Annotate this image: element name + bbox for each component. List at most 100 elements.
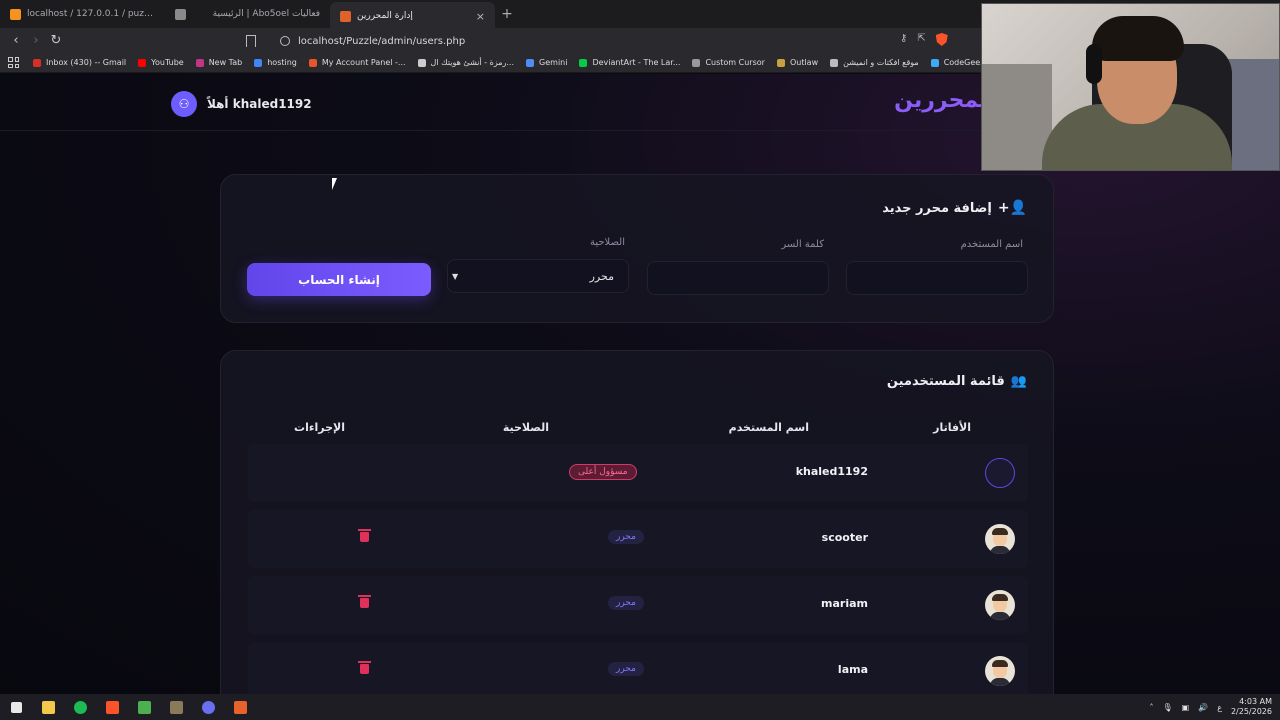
password-field[interactable]: [647, 261, 829, 295]
greeting-text: أهلاً khaled1192: [207, 97, 312, 111]
delete-trash-icon[interactable]: [358, 595, 371, 608]
delete-trash-icon[interactable]: [358, 661, 371, 674]
bookmark-favicon-icon: [692, 58, 701, 67]
bookmark-favicon-icon: [579, 58, 588, 67]
password-label: كلمة السر: [781, 239, 824, 250]
avatar: [985, 524, 1015, 554]
xampp-icon[interactable]: [224, 700, 256, 714]
brave-shield-icon[interactable]: [935, 33, 948, 46]
windows-taskbar: ˄ 🎙 ▣ 🔊 ع 4:03 AM 2/25/2026: [0, 694, 1280, 720]
clock[interactable]: 4:03 AM 2/25/2026: [1231, 697, 1272, 717]
username-field[interactable]: [846, 261, 1028, 295]
forward-arrow-icon[interactable]: ›: [26, 33, 46, 48]
site-info-icon[interactable]: [280, 36, 290, 46]
bookmark-item[interactable]: CodeGeeX: [930, 58, 986, 67]
add-editor-title: 👤+ إضافة محرر جديد: [882, 200, 1027, 216]
bookmark-item[interactable]: موقع افكتات و انميشن: [830, 58, 919, 67]
discord-icon[interactable]: [192, 700, 224, 714]
username-label: اسم المستخدم: [960, 239, 1023, 250]
system-tray: ˄ 🎙 ▣ 🔊 ع 4:03 AM 2/25/2026: [1150, 694, 1273, 720]
webcam-overlay: [981, 3, 1280, 171]
bookmark-label: DeviantArt - The Lar...: [592, 58, 681, 67]
brave-browser-icon[interactable]: [96, 700, 128, 714]
new-tab-button[interactable]: +: [495, 0, 519, 28]
row-username: lama: [837, 663, 868, 676]
add-editor-title-text: إضافة محرر جديد: [882, 200, 992, 216]
tab-editors-admin[interactable]: إدارة المحررين ×: [330, 2, 495, 30]
page-title: المحررين: [894, 88, 995, 113]
bookmark-favicon-icon: [254, 58, 263, 67]
bookmark-item[interactable]: New Tab: [195, 58, 243, 67]
apps-grid-icon[interactable]: [8, 57, 19, 68]
create-account-button[interactable]: إنشاء الحساب: [247, 263, 431, 296]
url-text[interactable]: localhost/Puzzle/admin/users.php: [298, 36, 465, 47]
users-icon: 👥: [1010, 374, 1027, 389]
table-row: scooter محرر: [248, 510, 1028, 568]
avatar: [985, 590, 1015, 620]
back-arrow-icon[interactable]: ‹: [6, 33, 26, 48]
bookmark-label: YouTube: [151, 58, 184, 67]
bookmark-item[interactable]: Custom Cursor: [692, 58, 765, 67]
table-row: mariam محرر: [248, 576, 1028, 634]
bookmark-item[interactable]: Inbox (430) -- Gmail: [33, 58, 126, 67]
avatar: [985, 458, 1015, 488]
bookmark-favicon-icon: [33, 58, 41, 67]
row-username: scooter: [821, 531, 868, 544]
mouse-cursor-icon: [332, 178, 342, 190]
tab-title: localhost / 127.0.0.1 / puzzle_db / ad: [27, 9, 155, 19]
share-icon[interactable]: ⇱: [917, 33, 925, 46]
bookmark-favicon-icon: [308, 58, 317, 67]
tab-abo5oel[interactable]: فعاليات Abo5oel | الرئيسية: [165, 0, 330, 28]
language-indicator[interactable]: ع: [1217, 703, 1222, 712]
url-actions: ⚷ ⇱: [900, 33, 948, 46]
role-badge: محرر: [608, 662, 644, 676]
table-row: lama محرر: [248, 642, 1028, 694]
col-actions: الإجراءات: [294, 421, 345, 434]
chevron-down-icon: ▼: [452, 271, 459, 281]
spotify-icon[interactable]: [64, 700, 96, 714]
file-explorer-icon[interactable]: [32, 700, 64, 714]
row-username: mariam: [821, 597, 868, 610]
col-username: اسم المستخدم: [728, 421, 809, 434]
bookmark-item[interactable]: My Account Panel -...: [308, 58, 406, 67]
windows-start-icon[interactable]: [0, 701, 32, 713]
col-avatar: الأفاتار: [933, 421, 971, 434]
users-list-card: 👥 قائمة المستخدمين الأفاتار اسم المستخدم…: [220, 350, 1054, 694]
bookmark-favicon-icon: [526, 58, 535, 67]
bookmark-icon[interactable]: [246, 35, 256, 47]
site-favicon-icon: [175, 8, 186, 20]
tab-title: إدارة المحررين: [357, 11, 413, 21]
microphone-icon[interactable]: 🎙: [1163, 703, 1173, 712]
reload-icon[interactable]: ↻: [46, 33, 66, 48]
bookmark-item[interactable]: Gemini: [526, 58, 567, 67]
bookmark-item[interactable]: Outlaw: [776, 58, 818, 67]
clock-date: 2/25/2026: [1230, 707, 1272, 716]
bookmark-label: رمزة - أنشئ هويتك ال...: [430, 58, 515, 67]
user-greeting: ⚇ أهلاً khaled1192: [171, 91, 312, 117]
url-field[interactable]: localhost/Puzzle/admin/users.php: [246, 31, 986, 51]
bookmark-label: Inbox (430) -- Gmail: [46, 58, 127, 67]
tab-phpmyadmin[interactable]: localhost / 127.0.0.1 / puzzle_db / ad: [0, 0, 165, 28]
bookmark-item[interactable]: hosting: [254, 58, 297, 67]
role-label: الصلاحية: [589, 237, 625, 248]
bookmark-item[interactable]: YouTube: [138, 58, 184, 67]
avatar: [985, 656, 1015, 686]
close-tab-icon[interactable]: ×: [476, 10, 485, 23]
speaker-icon[interactable]: 🔊: [1198, 703, 1208, 712]
table-row: khaled1192 مسؤول أعلى: [248, 444, 1028, 502]
bookmark-item[interactable]: رمزة - أنشئ هويتك ال...: [417, 58, 515, 67]
key-icon[interactable]: ⚷: [900, 33, 907, 46]
row-username: khaled1192: [795, 465, 868, 478]
minecraft-icon[interactable]: [128, 700, 160, 714]
xampp-favicon-icon: [340, 10, 351, 22]
bookmark-label: New Tab: [208, 58, 243, 67]
bookmark-item[interactable]: DeviantArt - The Lar...: [579, 58, 680, 67]
network-icon[interactable]: ▣: [1182, 703, 1190, 712]
role-select-value: محرر: [589, 269, 614, 283]
chevron-up-icon[interactable]: ˄: [1150, 703, 1154, 712]
delete-trash-icon[interactable]: [358, 529, 371, 542]
role-select[interactable]: ▼ محرر: [447, 259, 629, 293]
game-launcher-icon[interactable]: [160, 700, 192, 714]
bookmark-favicon-icon: [830, 58, 839, 67]
bookmark-favicon-icon: [417, 58, 426, 67]
